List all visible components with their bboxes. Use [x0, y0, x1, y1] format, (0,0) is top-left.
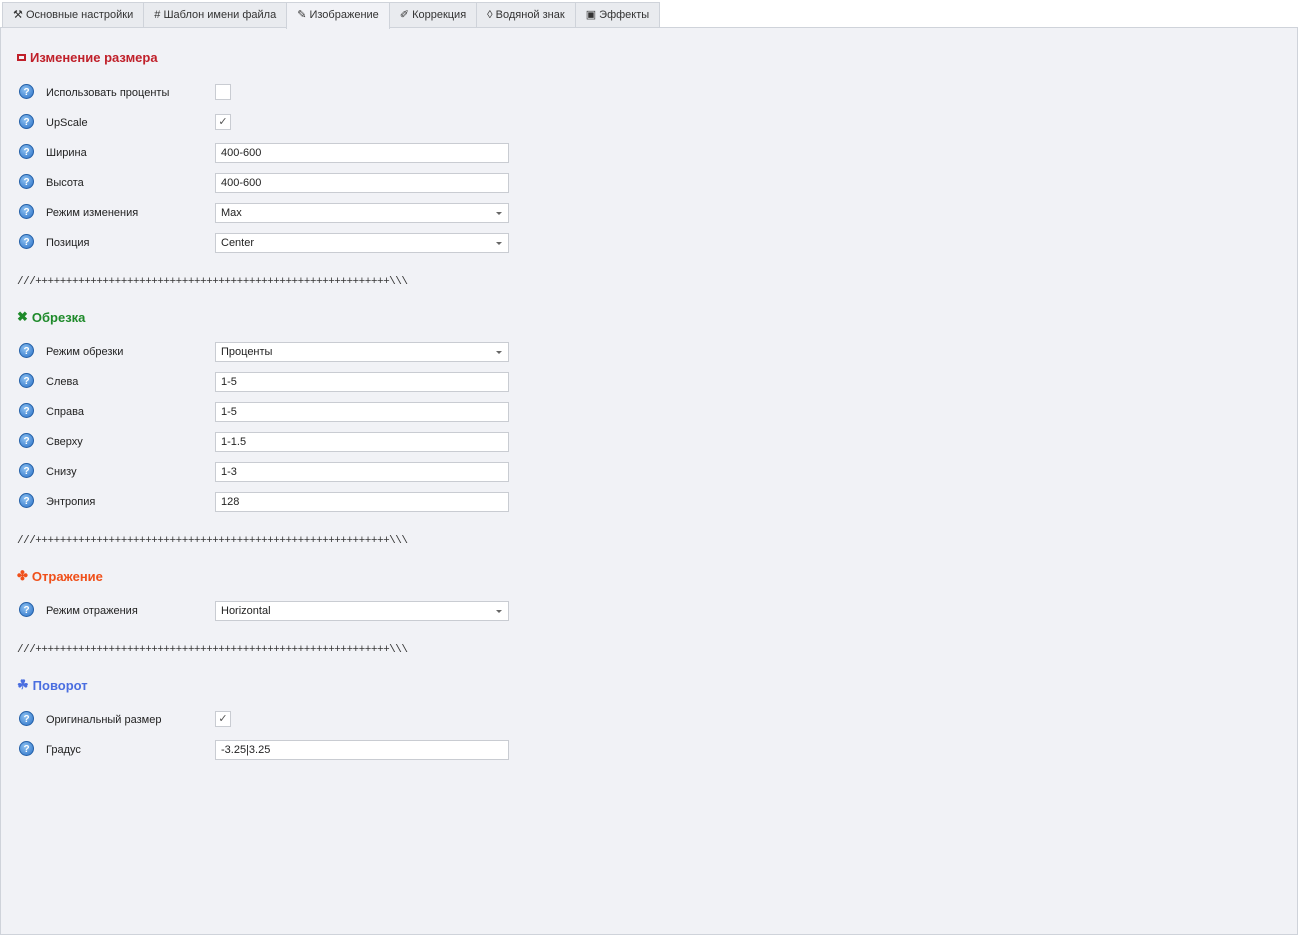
row-crop-top: ? Сверху 1-1.5	[19, 432, 509, 452]
original-size-checkbox[interactable]: ✓	[215, 711, 231, 727]
field-label: Справа	[46, 406, 84, 418]
resize-mode-dropdown[interactable]: Max	[215, 203, 509, 223]
crop-bottom-input[interactable]: 1-3	[215, 462, 509, 482]
degree-input[interactable]: -3.25|3.25	[215, 740, 509, 760]
help-icon[interactable]: ?	[19, 234, 34, 249]
position-dropdown[interactable]: Center	[215, 233, 509, 253]
help-icon[interactable]: ?	[19, 711, 34, 726]
help-icon[interactable]: ?	[19, 403, 34, 418]
section-title-resize: Изменение размера	[17, 50, 158, 65]
field-label: Высота	[46, 177, 84, 189]
flip-mode-dropdown[interactable]: Horizontal	[215, 601, 509, 621]
row-crop-right: ? Справа 1-5	[19, 402, 509, 422]
help-icon[interactable]: ?	[19, 373, 34, 388]
field-label: Сверху	[46, 436, 83, 448]
row-upscale: ? UpScale ✓	[19, 113, 509, 133]
image-settings-panel: Изменение размера ? Использовать проценты…	[0, 27, 1298, 935]
field-label: Позиция	[46, 237, 90, 249]
help-icon[interactable]: ?	[19, 602, 34, 617]
tab-label: Изображение	[309, 9, 379, 21]
separator: ///+++++++++++++++++++++++++++++++++++++…	[17, 535, 408, 547]
tab-label: Эффекты	[599, 9, 650, 21]
pin-icon: ✎	[297, 9, 307, 21]
row-flip-mode: ? Режим отражения Horizontal	[19, 601, 509, 621]
field-label: Энтропия	[46, 496, 96, 508]
height-input[interactable]: 400-600	[215, 173, 509, 193]
width-input[interactable]: 400-600	[215, 143, 509, 163]
row-crop-left: ? Слева 1-5	[19, 372, 509, 392]
row-degree: ? Градус -3.25|3.25	[19, 740, 509, 760]
tab-effects[interactable]: ▣ Эффекты	[574, 2, 661, 28]
tab-label: Водяной знак	[495, 9, 565, 21]
help-icon[interactable]: ?	[19, 114, 34, 129]
section-title-text: Обрезка	[31, 309, 86, 325]
section-title-rotate: ☘ Поворот	[17, 677, 88, 693]
row-position: ? Позиция Center	[19, 233, 509, 253]
row-crop-bottom: ? Снизу 1-3	[19, 462, 509, 482]
field-label: Режим изменения	[46, 207, 139, 219]
row-entropy: ? Энтропия 128	[19, 492, 509, 512]
field-label: Использовать проценты	[46, 87, 170, 99]
field-label: Ширина	[46, 147, 87, 159]
tab-correction[interactable]: ✐ Коррекция	[388, 2, 478, 28]
field-label: Слева	[46, 376, 79, 388]
help-icon[interactable]: ?	[19, 84, 34, 99]
field-label: Градус	[46, 744, 81, 756]
section-title-text: Поворот	[32, 677, 88, 693]
field-label: Оригинальный размер	[46, 714, 162, 726]
pencil-icon: ✐	[399, 9, 409, 21]
tab-bar: ⚒ Основные настройки # Шаблон имени файл…	[0, 0, 661, 29]
row-width: ? Ширина 400-600	[19, 143, 509, 163]
crop-top-input[interactable]: 1-1.5	[215, 432, 509, 452]
effects-icon: ▣	[585, 9, 597, 21]
help-icon[interactable]: ?	[19, 493, 34, 508]
separator: ///+++++++++++++++++++++++++++++++++++++…	[17, 644, 408, 656]
tab-label: Основные настройки	[25, 9, 134, 21]
section-title-flip: ✤ Отражение	[17, 568, 103, 584]
upscale-checkbox[interactable]: ✓	[215, 114, 231, 130]
help-icon[interactable]: ?	[19, 174, 34, 189]
row-resize-mode: ? Режим изменения Max	[19, 203, 509, 223]
row-crop-mode: ? Режим обрезки Проценты	[19, 342, 509, 362]
crop-left-input[interactable]: 1-5	[215, 372, 509, 392]
field-label: Режим обрезки	[46, 346, 124, 358]
hash-icon: #	[154, 9, 161, 21]
tab-watermark[interactable]: ◊ Водяной знак	[476, 2, 576, 28]
section-title-crop: ✖ Обрезка	[17, 309, 85, 325]
crop-mode-dropdown[interactable]: Проценты	[215, 342, 509, 362]
crop-icon: ✖	[17, 309, 28, 324]
row-original-size: ? Оригинальный размер ✓	[19, 710, 509, 730]
rotate-icon: ☘	[17, 677, 29, 692]
flip-icon: ✤	[17, 568, 28, 583]
section-title-text: Изменение размера	[30, 50, 158, 65]
row-use-percent: ? Использовать проценты	[19, 83, 509, 103]
help-icon[interactable]: ?	[19, 204, 34, 219]
field-label: Режим отражения	[46, 605, 138, 617]
crop-right-input[interactable]: 1-5	[215, 402, 509, 422]
help-icon[interactable]: ?	[19, 144, 34, 159]
drop-icon: ◊	[487, 9, 493, 21]
field-label: UpScale	[46, 117, 88, 129]
help-icon[interactable]: ?	[19, 463, 34, 478]
tab-main-settings[interactable]: ⚒ Основные настройки	[2, 2, 145, 28]
tab-image[interactable]: ✎ Изображение	[286, 2, 390, 29]
section-title-text: Отражение	[31, 568, 103, 584]
tab-filename-template[interactable]: # Шаблон имени файла	[143, 2, 288, 28]
entropy-input[interactable]: 128	[215, 492, 509, 512]
resize-icon	[17, 54, 26, 61]
help-icon[interactable]: ?	[19, 741, 34, 756]
tools-icon: ⚒	[13, 9, 23, 21]
help-icon[interactable]: ?	[19, 343, 34, 358]
field-label: Снизу	[46, 466, 77, 478]
tab-label: Коррекция	[412, 9, 467, 21]
row-height: ? Высота 400-600	[19, 173, 509, 193]
use-percent-checkbox[interactable]	[215, 84, 231, 100]
help-icon[interactable]: ?	[19, 433, 34, 448]
separator: ///+++++++++++++++++++++++++++++++++++++…	[17, 276, 408, 288]
tab-label: Шаблон имени файла	[163, 9, 277, 21]
